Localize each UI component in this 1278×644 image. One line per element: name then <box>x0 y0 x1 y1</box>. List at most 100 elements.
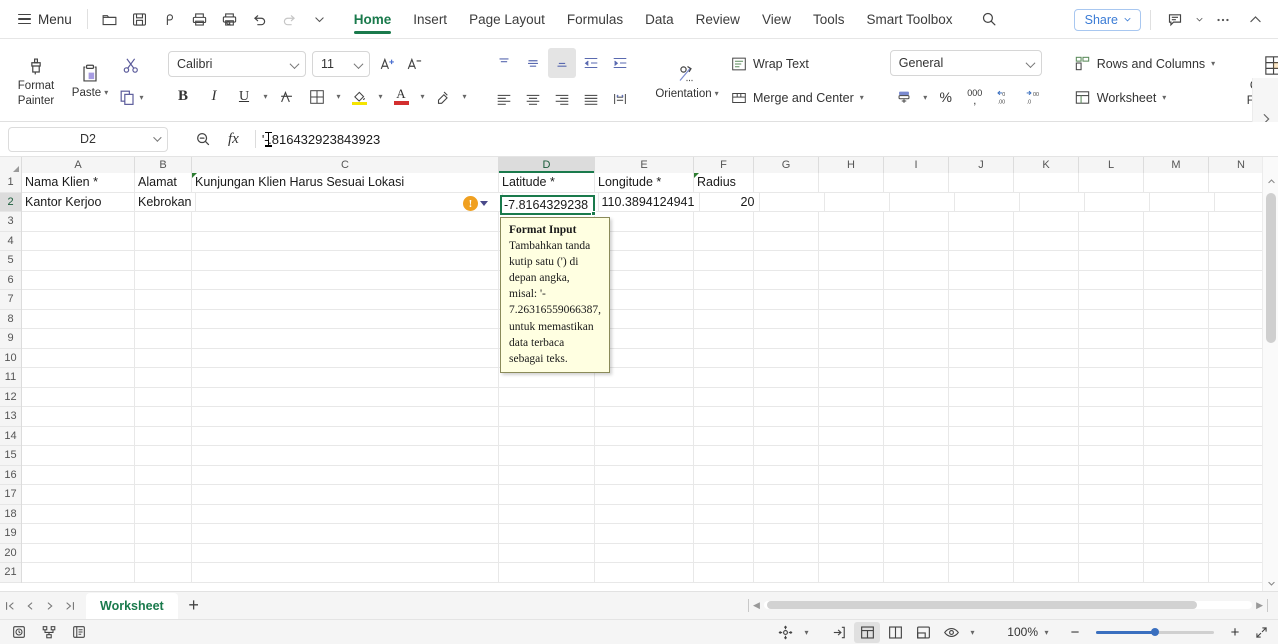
cell-i14[interactable] <box>884 426 949 446</box>
cell-b13[interactable] <box>135 407 192 427</box>
cell-l1[interactable] <box>1079 173 1144 193</box>
font-color-button[interactable]: A <box>387 83 415 111</box>
row-header-10[interactable]: 10 <box>0 349 21 368</box>
row-header-6[interactable]: 6 <box>0 271 21 290</box>
cell-f14[interactable] <box>694 426 754 446</box>
cell-g8[interactable] <box>754 309 819 329</box>
cell-i6[interactable] <box>884 270 949 290</box>
cell-c21[interactable] <box>192 563 499 583</box>
cell-k18[interactable] <box>1014 504 1079 524</box>
cell-i18[interactable] <box>884 504 949 524</box>
cell-m8[interactable] <box>1144 309 1209 329</box>
grow-font-button[interactable] <box>375 51 401 77</box>
cell-k12[interactable] <box>1014 387 1079 407</box>
eye-dropdown-icon[interactable]: ▾ <box>966 622 978 643</box>
cell-a3[interactable] <box>22 212 135 232</box>
cell-l15[interactable] <box>1079 446 1144 466</box>
comma-style-button[interactable]: 000, <box>961 83 989 111</box>
cell-m4[interactable] <box>1144 231 1209 251</box>
cell-a6[interactable] <box>22 270 135 290</box>
cell-d16[interactable] <box>499 465 595 485</box>
cell-i1[interactable] <box>884 173 949 193</box>
data-connection-icon[interactable] <box>36 622 62 643</box>
cell-e13[interactable] <box>595 407 694 427</box>
cell-k2[interactable] <box>1020 192 1086 212</box>
main-menu-button[interactable]: Menu <box>10 9 80 30</box>
row-header-16[interactable]: 16 <box>0 466 21 485</box>
search-icon[interactable] <box>974 5 1004 33</box>
cell-k11[interactable] <box>1014 368 1079 388</box>
cell-h21[interactable] <box>819 563 884 583</box>
cell-c9[interactable] <box>192 329 499 349</box>
cell-b16[interactable] <box>135 465 192 485</box>
orientation-button[interactable]: Orientation ▾ <box>654 46 720 116</box>
eye-icon[interactable] <box>938 622 964 643</box>
cell-f13[interactable] <box>694 407 754 427</box>
cell-h7[interactable] <box>819 290 884 310</box>
cell-d17[interactable] <box>499 485 595 505</box>
row-header-21[interactable]: 21 <box>0 563 21 583</box>
cell-i16[interactable] <box>884 465 949 485</box>
cell-f20[interactable] <box>694 543 754 563</box>
cell-k4[interactable] <box>1014 231 1079 251</box>
cell-j12[interactable] <box>949 387 1014 407</box>
cell-c2[interactable] <box>195 192 503 212</box>
cell-i20[interactable] <box>884 543 949 563</box>
cell-f3[interactable] <box>694 212 754 232</box>
undo-icon[interactable] <box>245 5 275 33</box>
cell-g15[interactable] <box>754 446 819 466</box>
cell-m12[interactable] <box>1144 387 1209 407</box>
tab-home[interactable]: Home <box>343 0 403 39</box>
row-header-7[interactable]: 7 <box>0 290 21 310</box>
history-icon[interactable] <box>6 622 32 643</box>
cell-l12[interactable] <box>1079 387 1144 407</box>
insert-function-button[interactable]: fx <box>222 131 245 148</box>
cell-j4[interactable] <box>949 231 1014 251</box>
cell-l10[interactable] <box>1079 348 1144 368</box>
cell-h12[interactable] <box>819 387 884 407</box>
cell-d21[interactable] <box>499 563 595 583</box>
cell-g16[interactable] <box>754 465 819 485</box>
cell-j6[interactable] <box>949 270 1014 290</box>
last-sheet-icon[interactable] <box>60 595 80 617</box>
cell-c20[interactable] <box>192 543 499 563</box>
move-mode-icon[interactable] <box>772 622 798 643</box>
cell-m13[interactable] <box>1144 407 1209 427</box>
cell-g20[interactable] <box>754 543 819 563</box>
cell-j5[interactable] <box>949 251 1014 271</box>
row-header-2[interactable]: 2 <box>0 192 21 212</box>
cell-a5[interactable] <box>22 251 135 271</box>
cell-k8[interactable] <box>1014 309 1079 329</box>
cell-i8[interactable] <box>884 309 949 329</box>
cell-f11[interactable] <box>694 368 754 388</box>
cell-k9[interactable] <box>1014 329 1079 349</box>
cell-f5[interactable] <box>694 251 754 271</box>
cell-j18[interactable] <box>949 504 1014 524</box>
cell-m20[interactable] <box>1144 543 1209 563</box>
cell-b7[interactable] <box>135 290 192 310</box>
cell-g3[interactable] <box>754 212 819 232</box>
cell-m5[interactable] <box>1144 251 1209 271</box>
cell-k1[interactable] <box>1014 173 1079 193</box>
row-header-14[interactable]: 14 <box>0 427 21 446</box>
scroll-down-button[interactable] <box>1263 575 1278 591</box>
borders-dropdown-icon[interactable]: ▾ <box>332 83 344 111</box>
cell-g6[interactable] <box>754 270 819 290</box>
cell-m10[interactable] <box>1144 348 1209 368</box>
cell-k3[interactable] <box>1014 212 1079 232</box>
cell-d15[interactable] <box>499 446 595 466</box>
cell-k17[interactable] <box>1014 485 1079 505</box>
cell-k16[interactable] <box>1014 465 1079 485</box>
tab-review[interactable]: Review <box>685 0 751 39</box>
font-name-select[interactable]: Calibri <box>168 50 306 77</box>
cell-g4[interactable] <box>754 231 819 251</box>
cell-i13[interactable] <box>884 407 949 427</box>
cell-b9[interactable] <box>135 329 192 349</box>
cell-k5[interactable] <box>1014 251 1079 271</box>
align-left-button[interactable] <box>490 84 518 114</box>
cell-h5[interactable] <box>819 251 884 271</box>
cell-g1[interactable] <box>754 173 819 193</box>
cell-c4[interactable] <box>192 231 499 251</box>
merge-center-button[interactable]: Merge and Center ▾ <box>724 83 870 113</box>
cell-j11[interactable] <box>949 368 1014 388</box>
